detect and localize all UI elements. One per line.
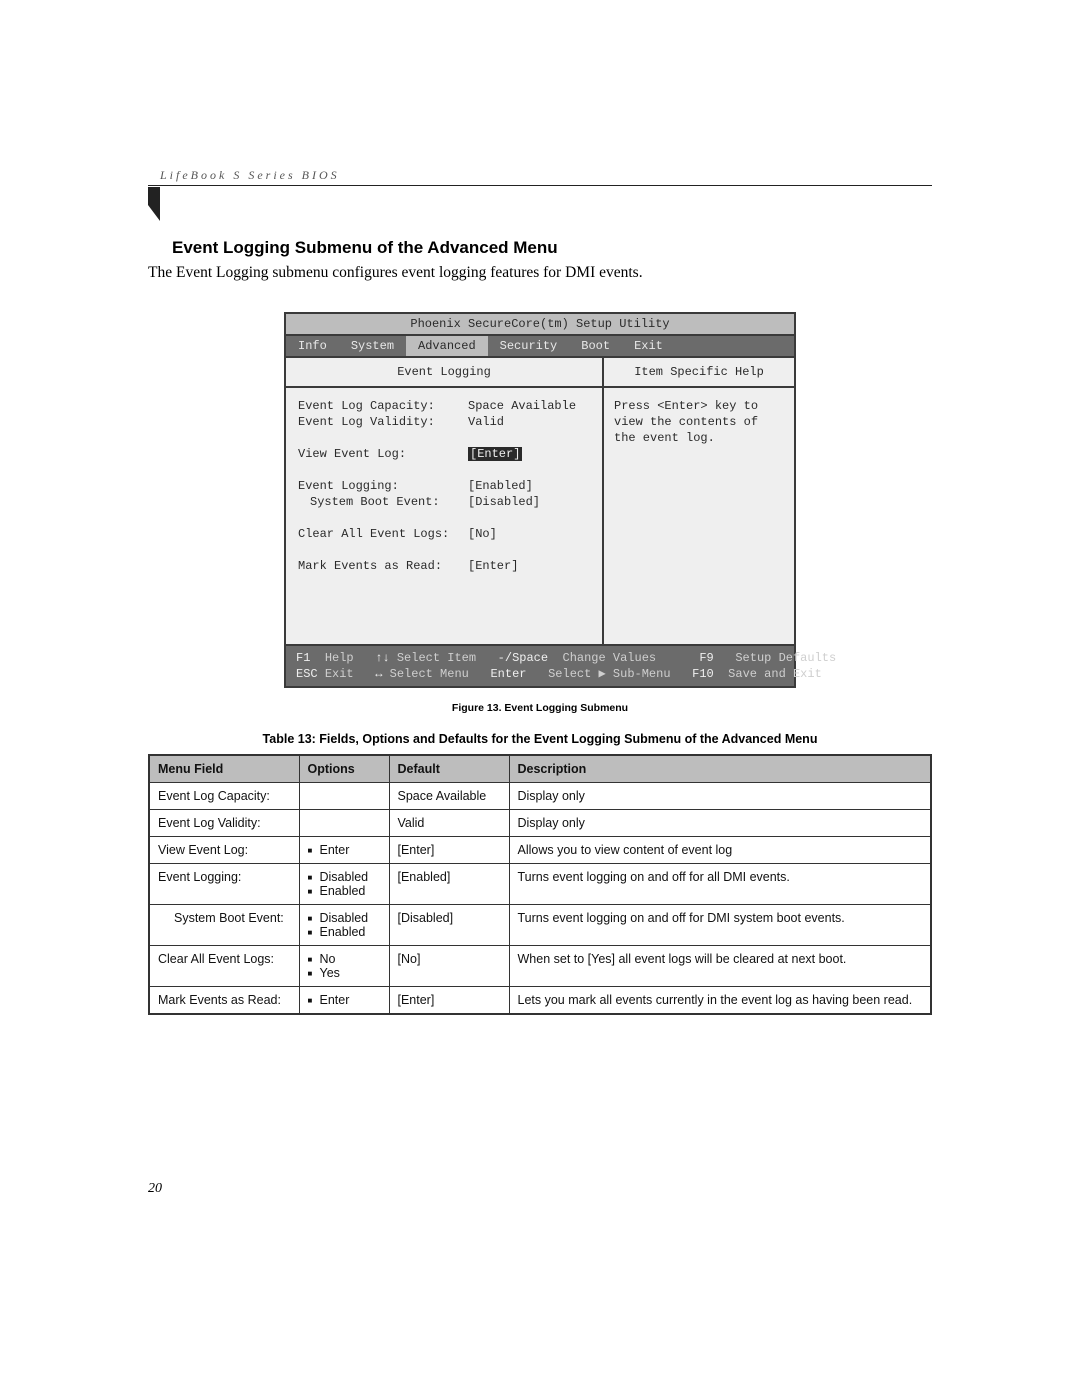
- bios-item: Event Logging:[Enabled]: [298, 478, 590, 494]
- bios-item-value: [No]: [468, 526, 497, 542]
- cell-description: Turns event logging on and off for DMI s…: [509, 905, 931, 946]
- cell-menu: Event Log Capacity:: [149, 783, 299, 810]
- bios-tab: Advanced: [406, 336, 488, 356]
- bios-item-value: [Enter]: [468, 446, 522, 462]
- option-item: Enabled: [308, 925, 381, 939]
- bios-tabs: InfoSystemAdvancedSecurityBootExit: [286, 336, 794, 358]
- bios-item-label: Event Log Capacity:: [298, 398, 468, 414]
- bios-item: View Event Log:[Enter]: [298, 446, 590, 462]
- table-row: Mark Events as Read: Enter [Enter]Lets you…: [149, 987, 931, 1015]
- cell-default: Valid: [389, 810, 509, 837]
- bios-item-value: [Disabled]: [468, 494, 540, 510]
- option-item: Disabled: [308, 911, 381, 925]
- cell-default: Space Available: [389, 783, 509, 810]
- bios-item: System Boot Event:[Disabled]: [298, 494, 590, 510]
- bios-item-label: Mark Events as Read:: [298, 558, 468, 574]
- option-item: Enter: [308, 993, 381, 1007]
- option-item: Enter: [308, 843, 381, 857]
- cell-options: [299, 783, 389, 810]
- cell-default: [Enter]: [389, 987, 509, 1015]
- cell-options: Enter: [299, 837, 389, 864]
- bios-item: Clear All Event Logs:[No]: [298, 526, 590, 542]
- bios-help-text: Press <Enter> key to view the contents o…: [604, 388, 794, 456]
- cell-options: DisabledEnabled: [299, 905, 389, 946]
- cell-description: When set to [Yes] all event logs will be…: [509, 946, 931, 987]
- bios-item-value: [Enter]: [468, 558, 518, 574]
- bios-item-label: Clear All Event Logs:: [298, 526, 468, 542]
- th-default: Default: [389, 755, 509, 783]
- bios-tab: System: [339, 336, 406, 356]
- page-number: 20: [148, 1181, 162, 1197]
- table-caption: Table 13: Fields, Options and Defaults f…: [148, 732, 932, 746]
- option-item: Enabled: [308, 884, 381, 898]
- option-item: Disabled: [308, 870, 381, 884]
- cell-options: [299, 810, 389, 837]
- bios-tab: Info: [286, 336, 339, 356]
- bios-tab: Exit: [622, 336, 675, 356]
- bios-left-head: Event Logging: [286, 358, 602, 388]
- bios-item-value: [Enabled]: [468, 478, 533, 494]
- cell-menu: Event Log Validity:: [149, 810, 299, 837]
- cell-default: [Enter]: [389, 837, 509, 864]
- bios-tab: Boot: [569, 336, 622, 356]
- cell-default: [Disabled]: [389, 905, 509, 946]
- th-options: Options: [299, 755, 389, 783]
- bios-title: Phoenix SecureCore(tm) Setup Utility: [286, 314, 794, 336]
- bios-item-label: Event Logging:: [298, 478, 468, 494]
- cell-description: Turns event logging on and off for all D…: [509, 864, 931, 905]
- bios-items: Event Log Capacity:Space AvailableEvent …: [286, 388, 602, 644]
- bios-footer: F1 Help ↑↓ Select Item -/Space Change Va…: [286, 644, 794, 686]
- cell-options: NoYes: [299, 946, 389, 987]
- option-item: Yes: [308, 966, 381, 980]
- th-desc: Description: [509, 755, 931, 783]
- cell-default: [No]: [389, 946, 509, 987]
- bios-tab: Security: [488, 336, 570, 356]
- cell-options: DisabledEnabled: [299, 864, 389, 905]
- running-head: LifeBook S Series BIOS: [148, 168, 932, 186]
- bios-item-value: Valid: [468, 414, 504, 430]
- th-menu: Menu Field: [149, 755, 299, 783]
- cell-description: Display only: [509, 783, 931, 810]
- bios-item-value: Space Available: [468, 398, 576, 414]
- section-intro: The Event Logging submenu configures eve…: [148, 264, 932, 282]
- bios-item-label: System Boot Event:: [298, 494, 468, 510]
- table-row: Event Logging:DisabledEnabled[Enabled]Tu…: [149, 864, 931, 905]
- bios-screenshot: Phoenix SecureCore(tm) Setup Utility Inf…: [284, 312, 796, 688]
- cell-menu: Clear All Event Logs:: [149, 946, 299, 987]
- table-row: Clear All Event Logs:NoYes[No]When set t…: [149, 946, 931, 987]
- section-heading: Event Logging Submenu of the Advanced Me…: [172, 238, 932, 258]
- figure-caption: Figure 13. Event Logging Submenu: [148, 702, 932, 714]
- table-row: System Boot Event:DisabledEnabled[Disabl…: [149, 905, 931, 946]
- option-item: No: [308, 952, 381, 966]
- cell-description: Lets you mark all events currently in th…: [509, 987, 931, 1015]
- table-row: View Event Log: Enter [Enter]Allows you to…: [149, 837, 931, 864]
- section-flag-icon: [148, 187, 170, 221]
- bios-item: Event Log Validity:Valid: [298, 414, 590, 430]
- bios-item-label: View Event Log:: [298, 446, 468, 462]
- cell-menu: Event Logging:: [149, 864, 299, 905]
- bios-item: Mark Events as Read:[Enter]: [298, 558, 590, 574]
- cell-options: Enter: [299, 987, 389, 1015]
- bios-item-label: Event Log Validity:: [298, 414, 468, 430]
- cell-menu: View Event Log:: [149, 837, 299, 864]
- cell-description: Display only: [509, 810, 931, 837]
- cell-menu: System Boot Event:: [149, 905, 299, 946]
- cell-description: Allows you to view content of event log: [509, 837, 931, 864]
- table-row: Event Log Capacity: Space AvailableDispla…: [149, 783, 931, 810]
- table-row: Event Log Validity: ValidDisplay only: [149, 810, 931, 837]
- cell-menu: Mark Events as Read:: [149, 987, 299, 1015]
- bios-item: Event Log Capacity:Space Available: [298, 398, 590, 414]
- options-table: Menu Field Options Default Description E…: [148, 754, 932, 1015]
- cell-default: [Enabled]: [389, 864, 509, 905]
- bios-right-head: Item Specific Help: [604, 358, 794, 388]
